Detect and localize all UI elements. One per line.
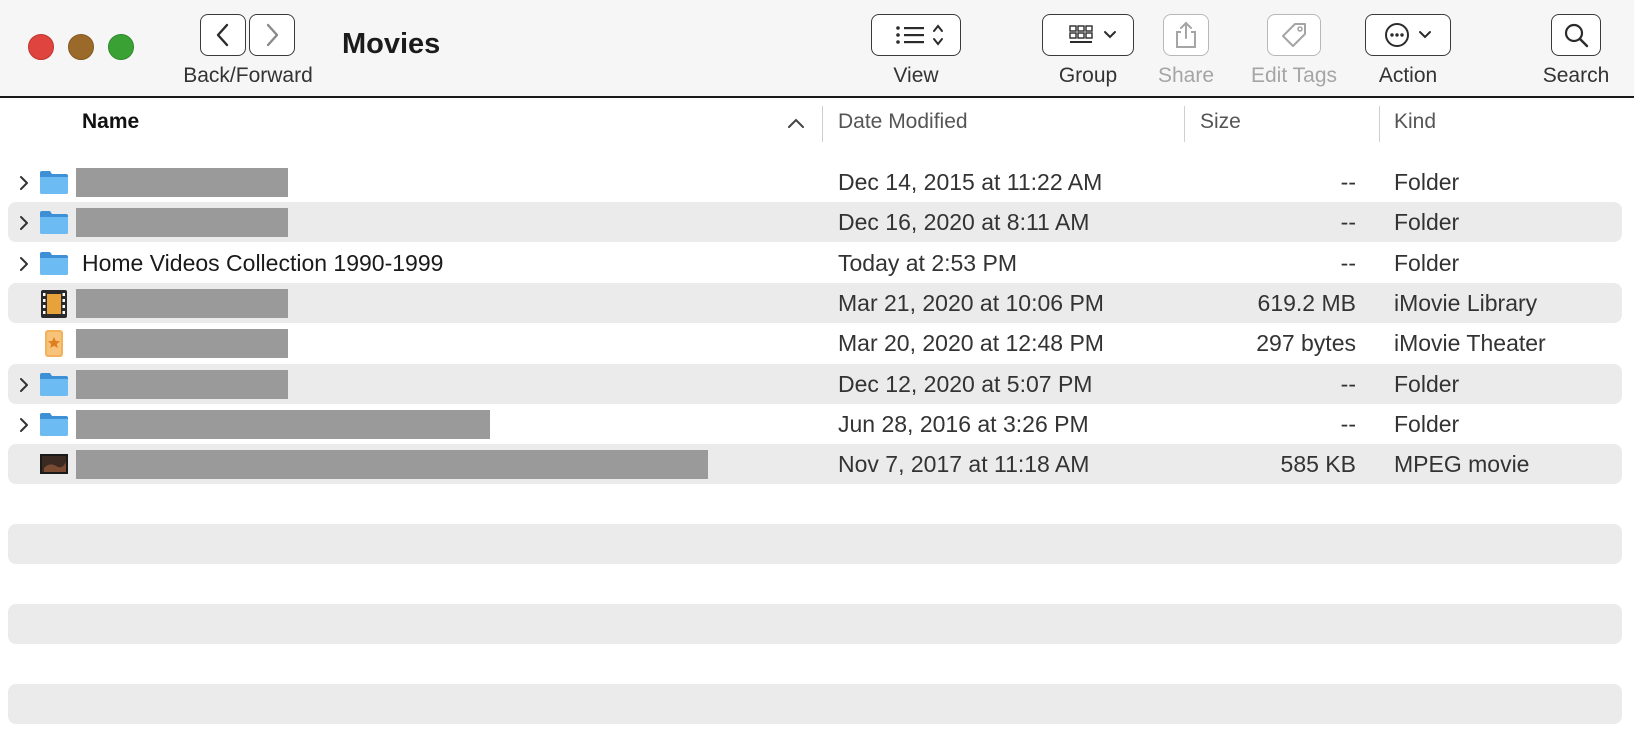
redacted-file-name bbox=[76, 450, 708, 480]
file-row[interactable]: Jun 28, 2016 at 3:26 PM -- Folder bbox=[8, 404, 1622, 444]
zoom-window-button[interactable] bbox=[108, 34, 134, 60]
file-date-modified: Nov 7, 2017 at 11:18 AM bbox=[838, 451, 1090, 478]
column-header-name[interactable]: Name bbox=[82, 110, 139, 134]
edit-tags-label: Edit Tags bbox=[1251, 64, 1337, 87]
disclosure-triangle-icon[interactable] bbox=[18, 172, 30, 199]
folder-icon bbox=[38, 166, 70, 198]
view-label: View bbox=[893, 64, 939, 87]
file-row[interactable]: Nov 7, 2017 at 11:18 AM 585 KB MPEG movie bbox=[8, 444, 1622, 485]
redacted-file-name bbox=[76, 208, 288, 238]
redacted-file-name bbox=[76, 168, 288, 197]
folder-icon bbox=[38, 368, 70, 400]
action-button[interactable] bbox=[1365, 14, 1451, 56]
group-button[interactable] bbox=[1042, 14, 1134, 56]
file-row[interactable]: Dec 14, 2015 at 11:22 AM -- Folder bbox=[8, 162, 1622, 202]
file-size: -- bbox=[1340, 249, 1356, 276]
chevron-left-icon bbox=[216, 23, 229, 47]
file-size: -- bbox=[1340, 410, 1356, 437]
window-title: Movies bbox=[342, 28, 441, 60]
file-kind: iMovie Library bbox=[1394, 289, 1538, 316]
share-button[interactable] bbox=[1163, 14, 1209, 56]
imovie-theater-icon bbox=[38, 327, 70, 359]
file-kind: Folder bbox=[1394, 169, 1460, 195]
file-size: 585 KB bbox=[1280, 451, 1356, 478]
more-actions-icon bbox=[1385, 23, 1431, 47]
file-size: -- bbox=[1340, 169, 1356, 195]
file-kind: Folder bbox=[1394, 370, 1460, 397]
column-header-kind[interactable]: Kind bbox=[1394, 110, 1436, 134]
folder-icon bbox=[38, 206, 70, 238]
file-row[interactable]: Home Videos Collection 1990-1999 Today at… bbox=[8, 243, 1622, 283]
file-row[interactable]: Mar 21, 2020 at 10:06 PM 619.2 MB iMovie L… bbox=[8, 282, 1622, 323]
search-icon bbox=[1564, 23, 1589, 48]
redacted-file-name bbox=[76, 329, 288, 359]
file-kind: MPEG movie bbox=[1394, 451, 1530, 478]
file-date-modified: Dec 12, 2020 at 5:07 PM bbox=[838, 370, 1093, 397]
file-date-modified: Dec 14, 2015 at 11:22 AM bbox=[838, 169, 1103, 195]
empty-list-row bbox=[8, 684, 1622, 724]
file-kind: Folder bbox=[1394, 410, 1460, 437]
minimize-window-button[interactable] bbox=[68, 34, 94, 60]
column-divider[interactable] bbox=[1184, 106, 1185, 142]
redacted-file-name bbox=[76, 409, 490, 439]
disclosure-triangle-icon[interactable] bbox=[18, 374, 30, 401]
disclosure-triangle-icon[interactable] bbox=[18, 212, 30, 239]
back-button[interactable] bbox=[200, 14, 246, 56]
file-row[interactable]: Mar 20, 2020 at 12:48 PM 297 bytes iMovie … bbox=[8, 323, 1622, 363]
tag-icon bbox=[1282, 23, 1306, 47]
chevron-right-icon bbox=[266, 23, 279, 47]
file-date-modified: Mar 21, 2020 at 10:06 PM bbox=[838, 289, 1104, 316]
sort-ascending-icon[interactable] bbox=[786, 116, 806, 130]
empty-list-row bbox=[8, 604, 1622, 644]
search-button[interactable] bbox=[1551, 14, 1601, 56]
toolbar: Back/Forward Movies View Group Share Edi… bbox=[0, 0, 1634, 98]
column-divider[interactable] bbox=[1379, 106, 1380, 142]
list-view-icon bbox=[896, 24, 943, 46]
file-kind: iMovie Theater bbox=[1394, 330, 1546, 357]
group-label: Group bbox=[1058, 64, 1118, 87]
column-header-date-modified[interactable]: Date Modified bbox=[838, 110, 968, 134]
file-name: Home Videos Collection 1990-1999 bbox=[82, 249, 444, 276]
edit-tags-button[interactable] bbox=[1267, 14, 1321, 56]
file-size: 619.2 MB bbox=[1257, 289, 1356, 316]
redacted-file-name bbox=[76, 369, 288, 399]
share-icon bbox=[1176, 21, 1196, 48]
file-date-modified: Dec 16, 2020 at 8:11 AM bbox=[838, 209, 1090, 236]
folder-icon bbox=[38, 408, 70, 440]
file-date-modified: Today at 2:53 PM bbox=[838, 249, 1017, 276]
file-size: -- bbox=[1340, 370, 1356, 397]
file-size: -- bbox=[1340, 209, 1356, 236]
empty-list-row bbox=[8, 524, 1622, 564]
redacted-file-name bbox=[76, 288, 288, 318]
file-row[interactable]: Dec 12, 2020 at 5:07 PM -- Folder bbox=[8, 363, 1622, 404]
file-row[interactable]: Dec 16, 2020 at 8:11 AM -- Folder bbox=[8, 202, 1622, 243]
column-divider[interactable] bbox=[822, 106, 823, 142]
search-label: Search bbox=[1542, 64, 1610, 87]
close-window-button[interactable] bbox=[28, 34, 54, 60]
file-kind: Folder bbox=[1394, 249, 1460, 276]
file-kind: Folder bbox=[1394, 209, 1460, 236]
file-size: 297 bytes bbox=[1256, 330, 1356, 357]
file-date-modified: Jun 28, 2016 at 3:26 PM bbox=[838, 410, 1089, 437]
column-header-size[interactable]: Size bbox=[1200, 110, 1241, 134]
folder-icon bbox=[38, 247, 70, 279]
file-date-modified: Mar 20, 2020 at 12:48 PM bbox=[838, 330, 1104, 357]
action-label: Action bbox=[1378, 64, 1438, 87]
column-header: Name Date Modified Size Kind bbox=[0, 98, 1634, 150]
back-forward-label: Back/Forward bbox=[183, 64, 313, 87]
imovie-library-icon bbox=[38, 287, 70, 319]
movie-file-icon bbox=[38, 448, 70, 480]
share-label: Share bbox=[1157, 64, 1215, 87]
group-grid-icon bbox=[1069, 25, 1116, 43]
disclosure-triangle-icon[interactable] bbox=[18, 253, 30, 280]
forward-button[interactable] bbox=[249, 14, 295, 56]
disclosure-triangle-icon[interactable] bbox=[18, 414, 30, 441]
finder-window: Back/Forward Movies View Group Share Edi… bbox=[0, 0, 1634, 740]
view-button[interactable] bbox=[871, 14, 961, 56]
